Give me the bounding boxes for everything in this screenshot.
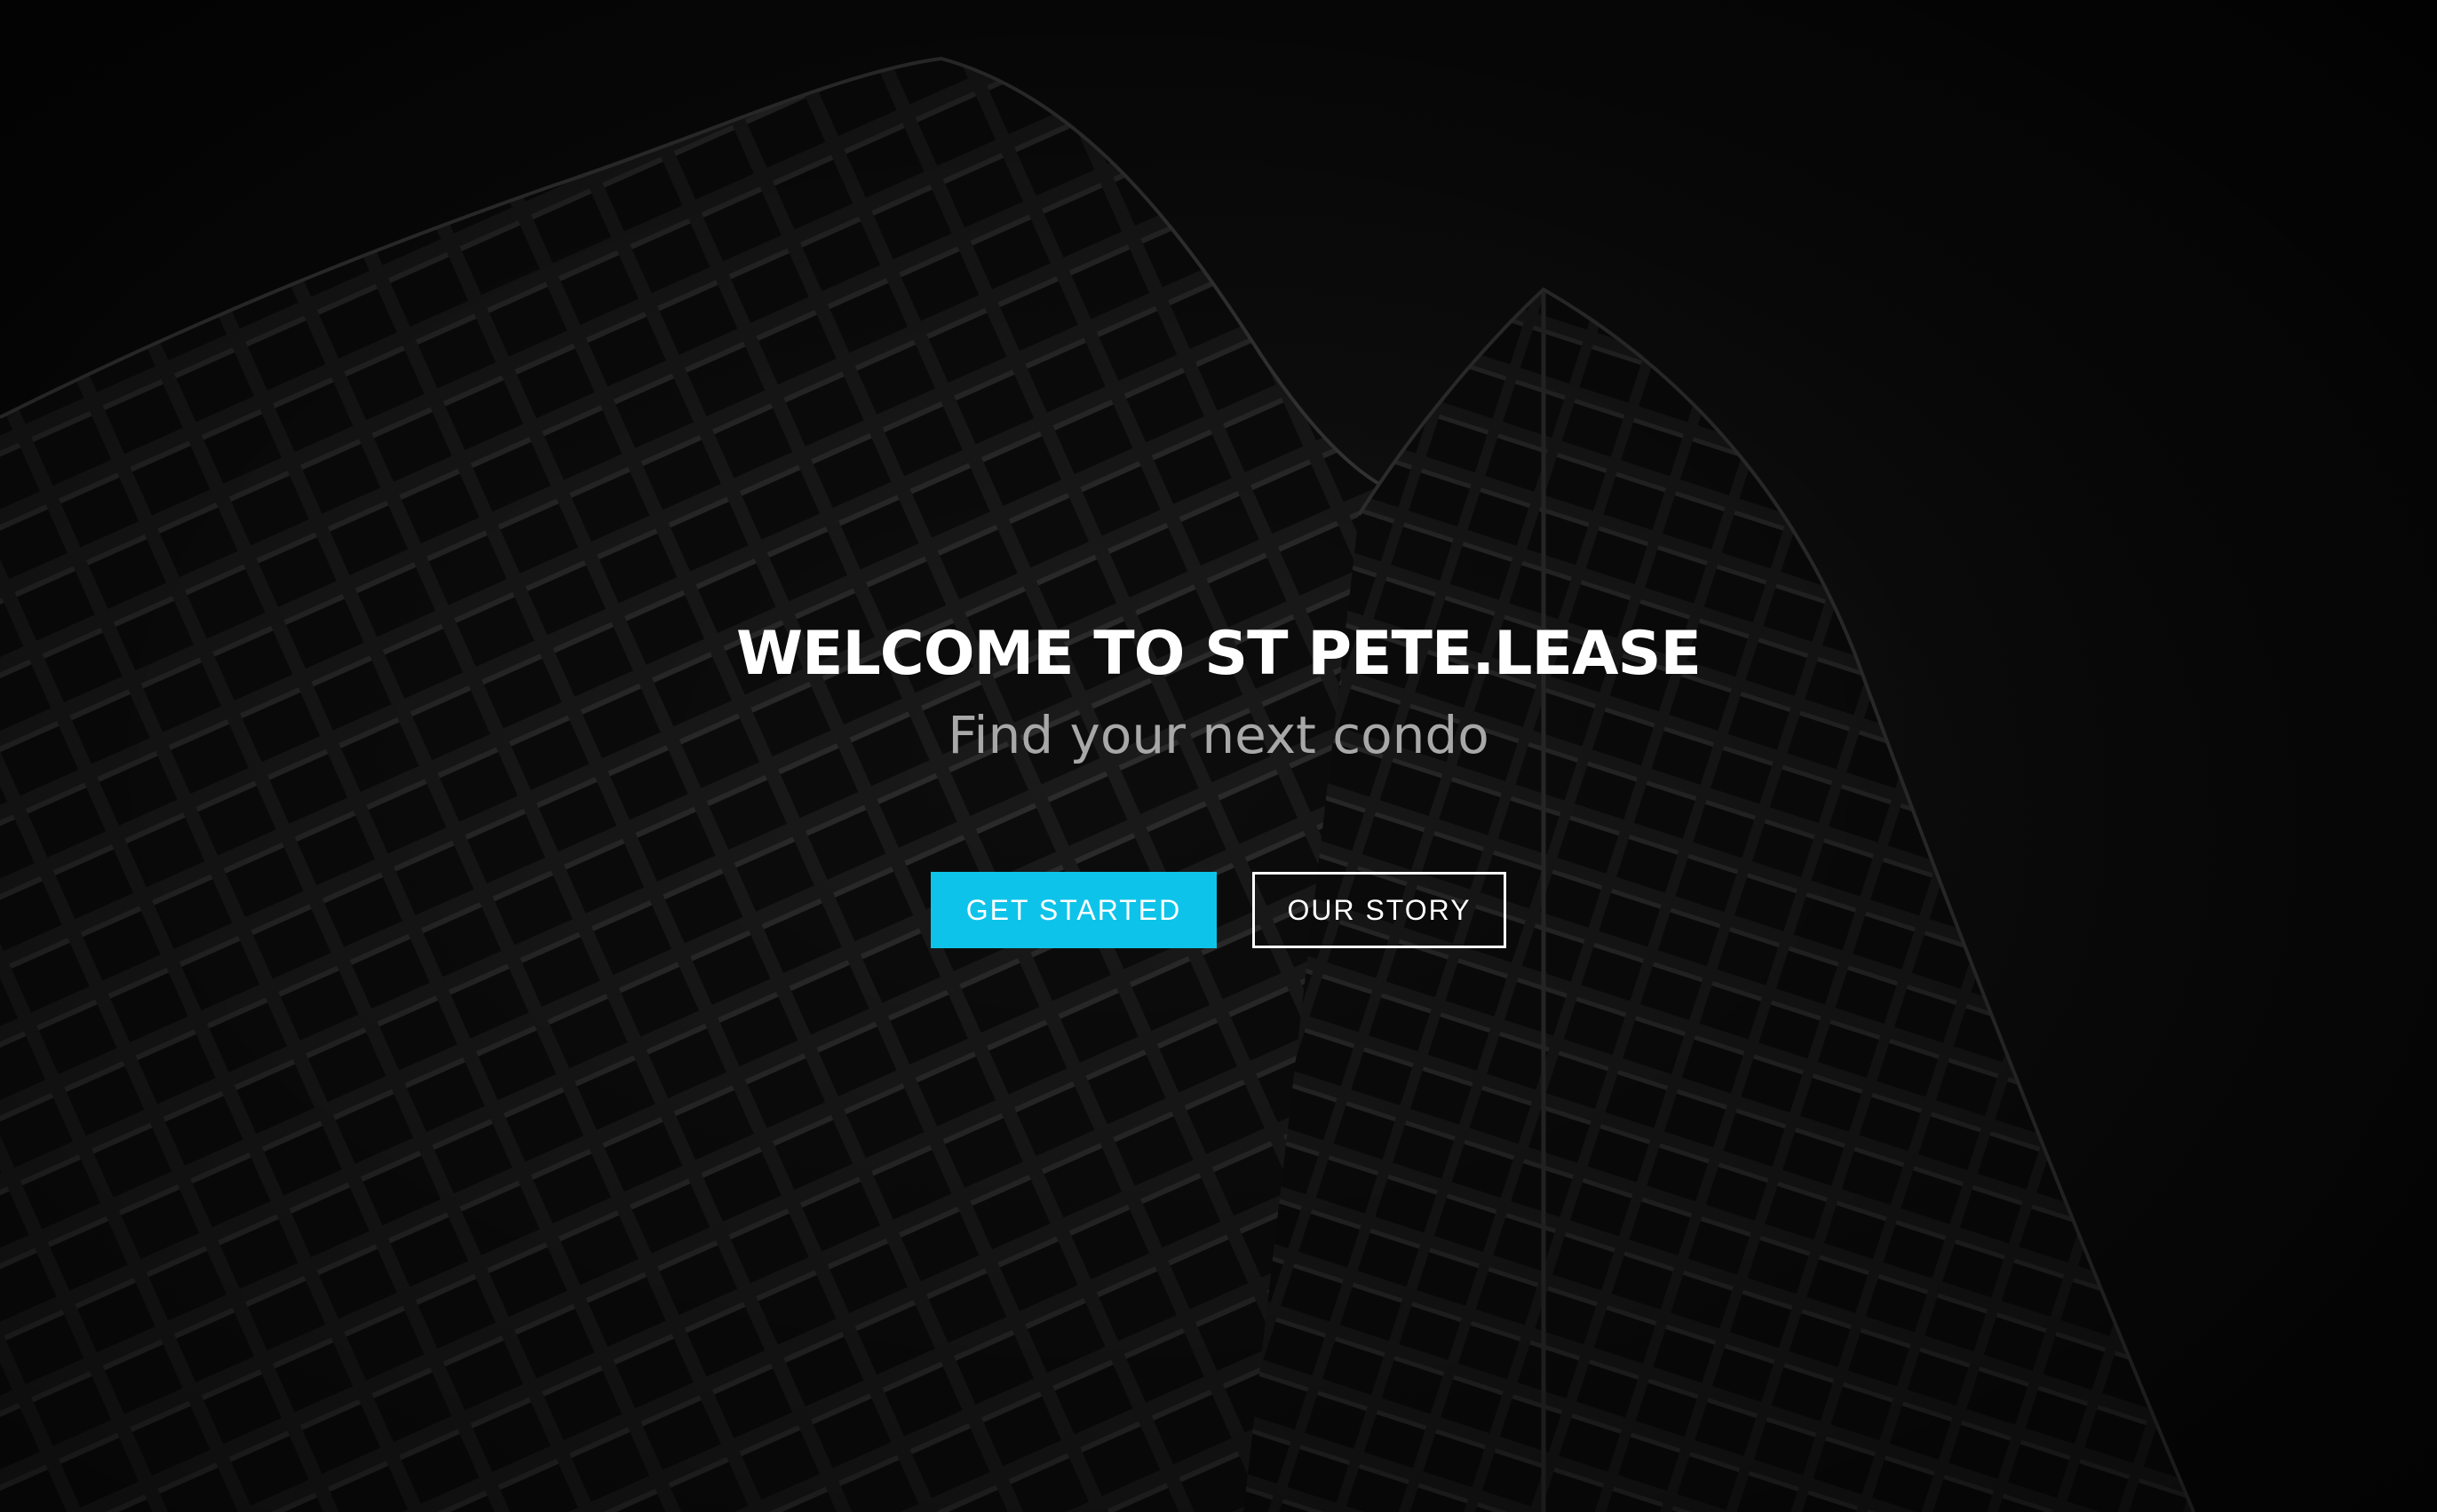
our-story-button[interactable]: OUR STORY — [1252, 872, 1506, 948]
hero-section: WELCOME TO ST PETE.LEASE Find your next … — [0, 0, 2437, 1512]
hero-content: WELCOME TO ST PETE.LEASE Find your next … — [0, 613, 2437, 948]
get-started-button[interactable]: GET STARTED — [931, 872, 1217, 948]
hero-subtitle: Find your next condo — [948, 705, 1489, 765]
hero-actions: GET STARTED OUR STORY — [0, 872, 2437, 948]
hero-title: WELCOME TO ST PETE.LEASE — [736, 619, 1702, 689]
